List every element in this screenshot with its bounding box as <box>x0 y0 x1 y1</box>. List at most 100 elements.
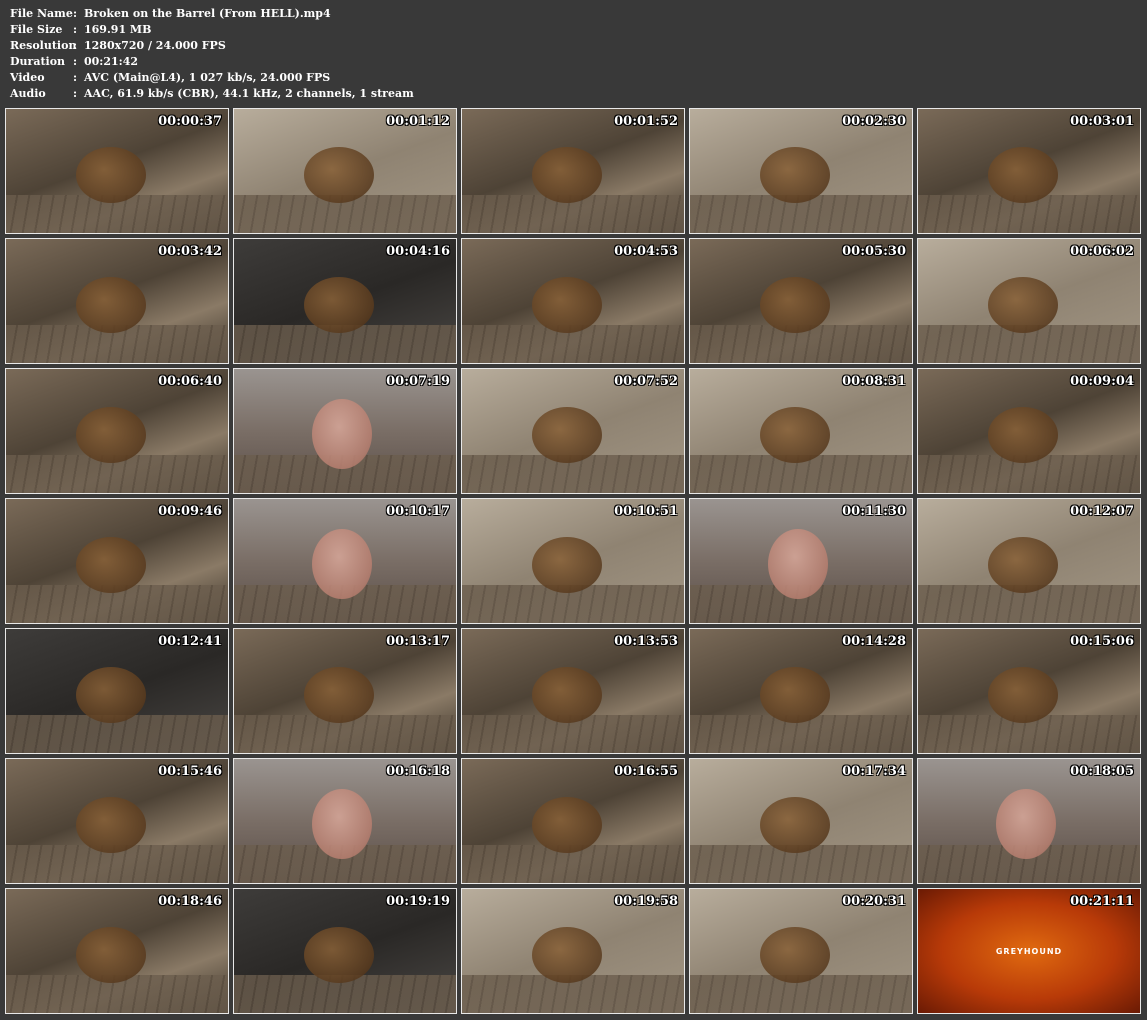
video-thumbnail: 00:05:30 <box>689 238 913 364</box>
info-value: 00:21:42 <box>84 55 139 68</box>
thumbnail-timestamp: 00:18:46 <box>158 894 222 909</box>
thumbnail-timestamp: 00:17:34 <box>842 764 906 779</box>
thumbnail-timestamp: 00:10:51 <box>614 504 678 519</box>
video-thumbnail: 00:02:30 <box>689 108 913 234</box>
info-row-audio: Audio : AAC, 61.9 kb/s (CBR), 44.1 kHz, … <box>10 86 414 102</box>
thumbnail-timestamp: 00:20:31 <box>842 894 906 909</box>
video-thumbnail: 00:20:31 <box>689 888 913 1014</box>
thumbnail-frame-subject <box>760 277 830 333</box>
video-thumbnail: 00:12:07 <box>917 498 1141 624</box>
thumbnail-frame-subject <box>304 277 374 333</box>
thumbnail-timestamp: 00:04:16 <box>386 244 450 259</box>
video-thumbnail: 00:12:41 <box>5 628 229 754</box>
thumbnail-timestamp: 00:21:11 <box>1070 894 1134 909</box>
video-thumbnail: 00:13:53 <box>461 628 685 754</box>
info-label: Duration <box>10 55 66 68</box>
thumbnail-frame-subject <box>304 147 374 203</box>
video-thumbnail: 00:11:30 <box>689 498 913 624</box>
info-separator: : <box>73 39 78 52</box>
thumbnail-timestamp: 00:01:52 <box>614 114 678 129</box>
video-thumbnail: 00:04:53 <box>461 238 685 364</box>
info-row-video: Video : AVC (Main@L4), 1 027 kb/s, 24.00… <box>10 70 414 86</box>
video-thumbnail: 00:08:31 <box>689 368 913 494</box>
thumbnail-frame-subject <box>304 667 374 723</box>
video-thumbnail: 00:16:18 <box>233 758 457 884</box>
thumbnail-caption: GREYHOUND <box>995 947 1063 956</box>
video-thumbnail: 00:03:01 <box>917 108 1141 234</box>
thumbnail-frame-subject <box>988 147 1058 203</box>
video-thumbnail: 00:17:34 <box>689 758 913 884</box>
video-thumbnail: 00:06:40 <box>5 368 229 494</box>
thumbnail-timestamp: 00:11:30 <box>842 504 906 519</box>
video-thumbnail: 00:07:19 <box>233 368 457 494</box>
video-thumbnail: 00:13:17 <box>233 628 457 754</box>
video-thumbnail: 00:07:52 <box>461 368 685 494</box>
info-separator: : <box>73 23 78 36</box>
thumbnail-frame-subject <box>532 797 602 853</box>
thumbnail-frame-subject <box>76 407 146 463</box>
video-thumbnail: 00:04:16 <box>233 238 457 364</box>
media-info-panel: File Name : Broken on the Barrel (From H… <box>10 6 414 102</box>
info-row-resolution: Resolution : 1280x720 / 24.000 FPS <box>10 38 414 54</box>
thumbnail-frame-subject <box>532 147 602 203</box>
thumbnail-timestamp: 00:09:04 <box>1070 374 1134 389</box>
info-label: Video <box>10 71 45 84</box>
info-value: AAC, 61.9 kb/s (CBR), 44.1 kHz, 2 channe… <box>84 87 414 100</box>
thumbnail-timestamp: 00:19:58 <box>614 894 678 909</box>
thumbnail-timestamp: 00:16:18 <box>386 764 450 779</box>
thumbnail-frame-subject <box>988 537 1058 593</box>
info-separator: : <box>73 7 78 20</box>
thumbnail-frame-subject <box>532 667 602 723</box>
thumbnail-frame-subject <box>988 667 1058 723</box>
video-thumbnail: 00:15:46 <box>5 758 229 884</box>
thumbnail-timestamp: 00:12:07 <box>1070 504 1134 519</box>
thumbnail-frame-subject <box>996 789 1056 859</box>
video-thumbnail: 00:01:12 <box>233 108 457 234</box>
thumbnail-frame-subject <box>76 537 146 593</box>
thumbnail-frame-subject <box>988 277 1058 333</box>
thumbnail-frame-subject <box>988 407 1058 463</box>
thumbnail-timestamp: 00:05:30 <box>842 244 906 259</box>
thumbnail-timestamp: 00:03:01 <box>1070 114 1134 129</box>
thumbnail-frame-subject <box>532 537 602 593</box>
video-thumbnail: 00:19:58 <box>461 888 685 1014</box>
thumbnail-frame-subject <box>76 927 146 983</box>
thumbnail-frame-subject <box>304 927 374 983</box>
video-thumbnail: GREYHOUND 00:21:11 <box>917 888 1141 1014</box>
thumbnail-frame-subject <box>76 277 146 333</box>
info-label: File Name <box>10 7 73 20</box>
info-separator: : <box>73 71 78 84</box>
thumbnail-timestamp: 00:14:28 <box>842 634 906 649</box>
thumbnail-frame-subject <box>532 277 602 333</box>
thumbnail-frame-subject <box>76 797 146 853</box>
video-thumbnail: 00:09:46 <box>5 498 229 624</box>
thumbnail-timestamp: 00:00:37 <box>158 114 222 129</box>
info-row-file-name: File Name : Broken on the Barrel (From H… <box>10 6 414 22</box>
thumbnail-timestamp: 00:08:31 <box>842 374 906 389</box>
thumbnail-timestamp: 00:15:06 <box>1070 634 1134 649</box>
info-value: 1280x720 / 24.000 FPS <box>84 39 226 52</box>
thumbnail-frame-subject <box>760 667 830 723</box>
video-thumbnail: 00:19:19 <box>233 888 457 1014</box>
info-value: AVC (Main@L4), 1 027 kb/s, 24.000 FPS <box>84 71 331 84</box>
info-value: Broken on the Barrel (From HELL).mp4 <box>84 7 331 20</box>
thumbnail-frame-subject <box>760 147 830 203</box>
thumbnail-timestamp: 00:01:12 <box>386 114 450 129</box>
video-thumbnail: 00:06:02 <box>917 238 1141 364</box>
video-thumbnail: 00:01:52 <box>461 108 685 234</box>
video-thumbnail: 00:18:05 <box>917 758 1141 884</box>
thumbnail-frame-subject <box>760 797 830 853</box>
thumbnail-timestamp: 00:06:02 <box>1070 244 1134 259</box>
thumbnail-frame-subject <box>76 147 146 203</box>
info-row-file-size: File Size : 169.91 MB <box>10 22 414 38</box>
thumbnail-timestamp: 00:13:17 <box>386 634 450 649</box>
info-label: File Size <box>10 23 63 36</box>
info-row-duration: Duration : 00:21:42 <box>10 54 414 70</box>
thumbnail-timestamp: 00:18:05 <box>1070 764 1134 779</box>
video-thumbnail: 00:10:51 <box>461 498 685 624</box>
thumbnail-timestamp: 00:10:17 <box>386 504 450 519</box>
thumbnail-frame-subject <box>76 667 146 723</box>
video-thumbnail: 00:03:42 <box>5 238 229 364</box>
thumbnail-timestamp: 00:09:46 <box>158 504 222 519</box>
thumbnail-timestamp: 00:03:42 <box>158 244 222 259</box>
